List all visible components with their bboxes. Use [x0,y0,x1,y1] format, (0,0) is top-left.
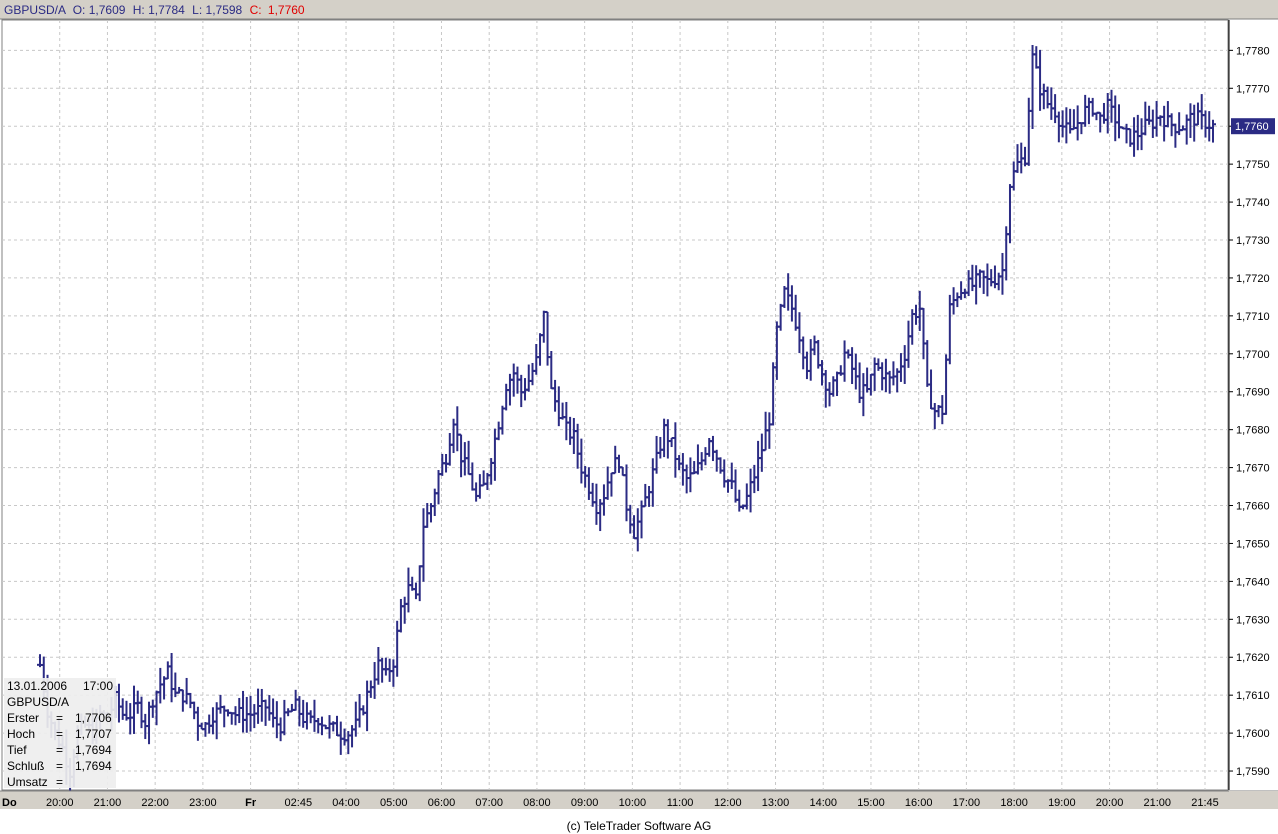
time-tick-label: Do [2,797,17,809]
header-close-value: 1,7760 [268,3,305,17]
time-tick-label: 12:00 [714,797,742,809]
info-row-hoch: Hoch = 1,7707 [4,726,116,742]
info-value: 1,7694 [75,743,112,757]
price-tick-label: 1,7590 [1236,766,1270,778]
info-label: Schluß [7,759,45,773]
price-tick-label: 1,7730 [1236,235,1270,247]
time-tick-label: 20:00 [1096,797,1124,809]
price-tick-label: 1,7620 [1236,652,1270,664]
price-tick-label: 1,7670 [1236,463,1270,475]
time-tick-label: 06:00 [428,797,456,809]
info-label: Tief [7,743,27,757]
price-tick-label: 1,7650 [1236,538,1270,550]
price-axis [1229,20,1278,790]
price-tick-label: 1,7680 [1236,425,1270,437]
price-tick-label: 1,7600 [1236,728,1270,740]
header-symbol: GBPUSD/A [4,3,66,17]
price-tick-label: 1,7640 [1236,576,1270,588]
time-tick-label: 15:00 [857,797,885,809]
time-tick-label: 08:00 [523,797,551,809]
axis-corner [1229,791,1278,809]
info-value: 1,7694 [75,759,112,773]
copyright-notice: (c) TeleTrader Software AG [566,819,712,833]
info-row-schluss: Schluß = 1,7694 [4,758,116,774]
info-date: 13.01.2006 [7,679,68,693]
time-tick-label: 11:00 [667,797,694,809]
header-low-value: 1,7598 [206,3,243,17]
time-tick-label: 23:00 [189,797,217,809]
time-tick-label: 16:00 [905,797,933,809]
time-tick-label: 04:00 [332,797,360,809]
info-row-umsatz: Umsatz = [4,774,116,790]
price-tick-label: 1,7610 [1236,690,1270,702]
price-tick-label: 1,7660 [1236,501,1270,513]
time-tick-label: 02:45 [285,797,313,809]
price-tick-label: 1,7630 [1236,614,1270,626]
time-tick-label: 13:00 [762,797,790,809]
time-tick-label: 20:00 [46,797,74,809]
time-tick-label: 19:00 [1048,797,1076,809]
header-high-label: H: [133,3,145,17]
header-open-value: 1,7609 [89,3,126,17]
plot-area [1,19,1229,791]
info-equals: = [56,759,64,773]
time-tick-label: 22:00 [141,797,169,809]
time-tick-label: 10:00 [619,797,647,809]
info-row-erster: Erster = 1,7706 [4,710,116,726]
price-tick-label: 1,7720 [1236,273,1270,285]
time-tick-label: 07:00 [475,797,503,809]
time-tick-label: 09:00 [571,797,599,809]
header-legend: GBPUSD/A O: 1,7609 H: 1,7784 L: 1,7598 C… [4,3,305,17]
price-chart[interactable]: GBPUSD/A O: 1,7609 H: 1,7784 L: 1,7598 C… [0,0,1278,834]
info-label: Erster [7,711,40,725]
info-value: 1,7707 [75,727,112,741]
time-tick-label: Fr [245,797,257,809]
info-value: 1,7706 [75,711,112,725]
info-equals: = [56,743,64,757]
info-equals: = [56,711,64,725]
info-date-row: 13.01.2006 17:00 [4,678,116,694]
info-equals: = [56,775,64,789]
info-panel: 13.01.2006 17:00 GBPUSD/A Erster = 1,770… [4,678,116,790]
info-symbol: GBPUSD/A [7,695,70,709]
price-tick-label: 1,7780 [1236,45,1270,57]
chart-window: GBPUSD/A O: 1,7609 H: 1,7784 L: 1,7598 C… [0,0,1278,834]
last-price-marker: 1,7760 [1231,118,1275,135]
time-tick-label: 05:00 [380,797,408,809]
price-tick-label: 1,7770 [1236,83,1270,95]
time-tick-label: 14:00 [809,797,837,809]
time-tick-label: 18:00 [1000,797,1028,809]
time-tick-label: 21:45 [1191,797,1219,809]
header-high-value: 1,7784 [148,3,185,17]
header-close-label: C: [250,3,262,17]
info-time: 17:00 [83,679,114,693]
info-row-tief: Tief = 1,7694 [4,742,116,758]
time-tick-label: 21:00 [1144,797,1172,809]
time-tick-label: 21:00 [94,797,122,809]
header-low-label: L: [192,3,202,17]
price-tick-label: 1,7710 [1236,311,1270,323]
info-label: Hoch [7,727,36,741]
price-tick-label: 1,7740 [1236,197,1270,209]
header-open-label: O: [73,3,86,17]
info-symbol-row: GBPUSD/A [4,694,116,710]
info-equals: = [56,727,64,741]
price-tick-label: 1,7700 [1236,349,1270,361]
last-price-label: 1,7760 [1235,121,1269,133]
price-tick-label: 1,7690 [1236,387,1270,399]
time-tick-label: 17:00 [953,797,981,809]
info-label: Umsatz [7,775,48,789]
price-tick-label: 1,7750 [1236,159,1270,171]
